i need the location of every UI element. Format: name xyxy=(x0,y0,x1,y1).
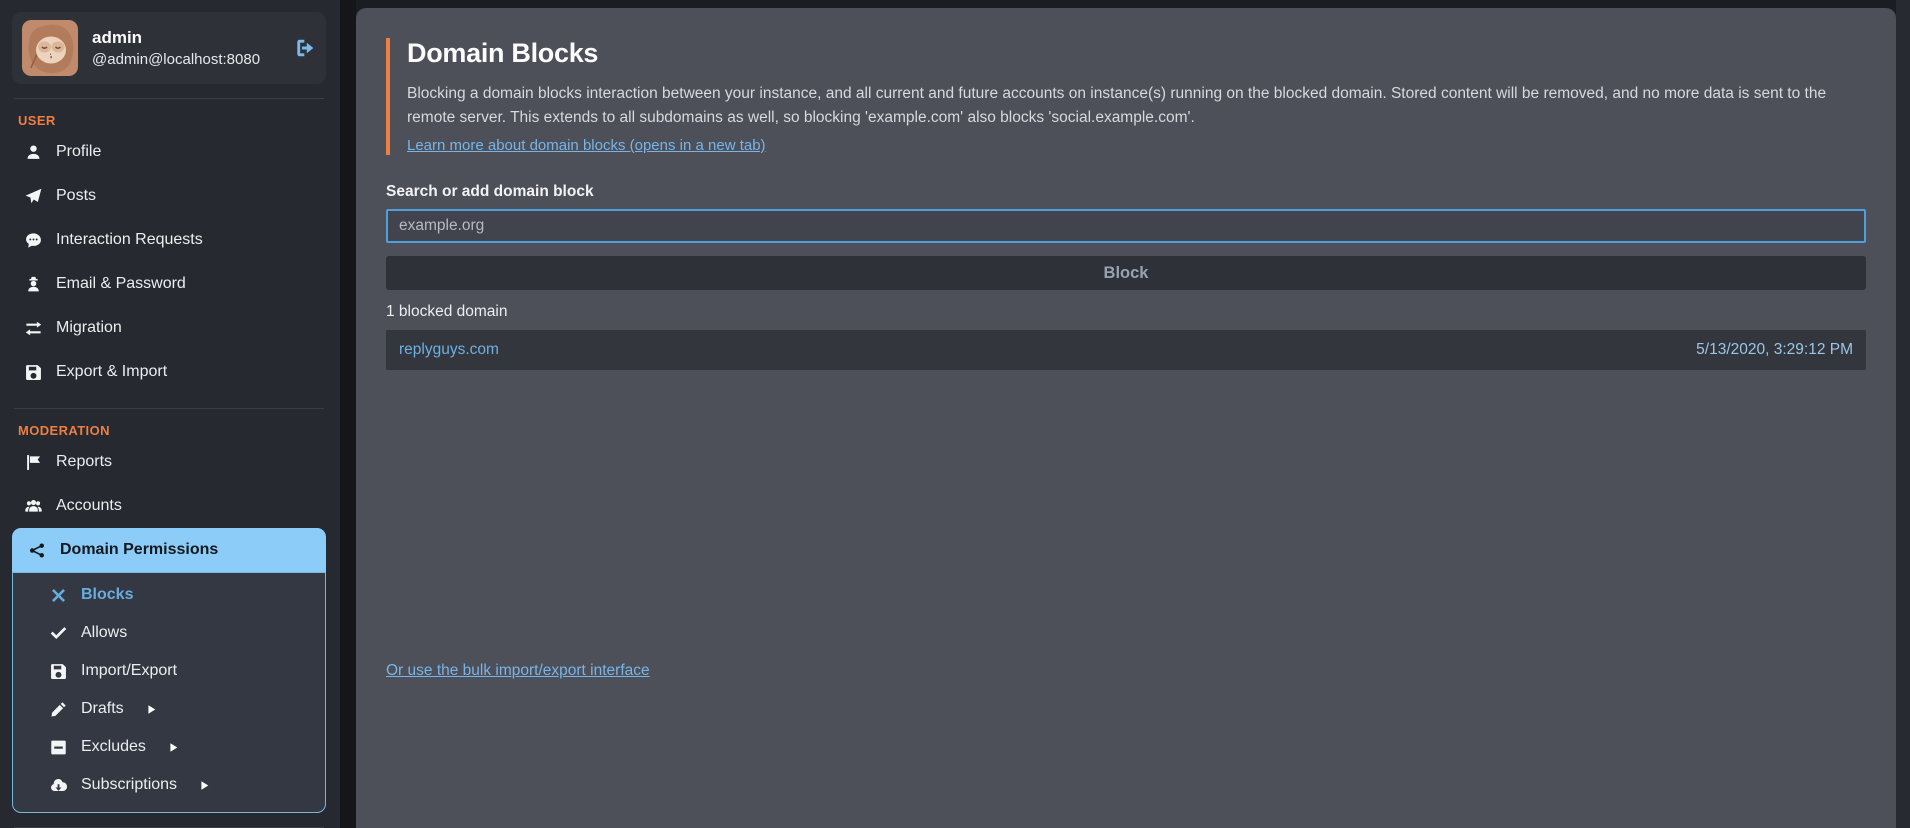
user-handle: @admin@localhost:8080 xyxy=(92,51,280,68)
page-description: Blocking a domain blocks interaction bet… xyxy=(407,82,1866,130)
sidebar-item-label: Accounts xyxy=(56,497,122,515)
submenu-item-label: Subscriptions xyxy=(81,776,177,794)
floppy-icon xyxy=(47,663,69,680)
sidebar-item-accounts[interactable]: Accounts xyxy=(12,484,326,528)
flag-icon xyxy=(22,454,44,471)
sidebar-item-reports[interactable]: Reports xyxy=(12,440,326,484)
caret-right-icon xyxy=(168,742,179,753)
sidebar-item-interaction-requests[interactable]: Interaction Requests xyxy=(12,218,326,262)
submenu-item-label: Import/Export xyxy=(81,662,177,680)
sidebar-item-label: Export & Import xyxy=(56,363,167,381)
bulk-import-export-link[interactable]: Or use the bulk import/export interface xyxy=(386,662,650,680)
check-icon xyxy=(47,625,69,642)
sidebar-item-email-password[interactable]: Email & Password xyxy=(12,262,326,306)
share-nodes-icon xyxy=(26,542,48,559)
sidebar-item-posts[interactable]: Posts xyxy=(12,174,326,218)
learn-more-link[interactable]: Learn more about domain blocks (opens in… xyxy=(407,137,766,154)
sidebar-item-label: Interaction Requests xyxy=(56,231,203,249)
sidebar-item-migration[interactable]: Migration xyxy=(12,306,326,350)
user-secret-icon xyxy=(22,276,44,293)
sidebar-item-export-import[interactable]: Export & Import xyxy=(12,350,326,394)
users-icon xyxy=(22,498,44,515)
submenu-item-drafts[interactable]: Drafts xyxy=(39,690,319,728)
page-header: Domain Blocks Blocking a domain blocks i… xyxy=(386,38,1866,155)
domain-search-input[interactable] xyxy=(386,209,1866,243)
sidebar-divider xyxy=(14,98,324,99)
settings-sidebar: admin @admin@localhost:8080 USER Profile… xyxy=(0,0,340,828)
sidebar-item-label: Email & Password xyxy=(56,275,186,293)
floppy-icon xyxy=(22,364,44,381)
submenu-item-subscriptions[interactable]: Subscriptions xyxy=(39,766,319,804)
user-icon xyxy=(22,144,44,161)
sign-out-button[interactable] xyxy=(294,37,316,59)
blocked-domain-link[interactable]: replyguys.com xyxy=(399,341,499,359)
submenu-item-import-export[interactable]: Import/Export xyxy=(39,652,319,690)
sidebar-item-domain-permissions[interactable]: Domain Permissions xyxy=(12,528,326,572)
avatar xyxy=(22,20,78,76)
submenu-item-label: Drafts xyxy=(81,700,124,718)
section-title-user: USER xyxy=(18,113,322,128)
sidebar-item-label: Posts xyxy=(56,187,96,205)
comment-dots-icon xyxy=(22,232,44,249)
caret-right-icon xyxy=(146,704,157,715)
domain-blocks-panel: Domain Blocks Blocking a domain blocks i… xyxy=(356,8,1896,828)
sidebar-divider xyxy=(14,408,324,409)
sidebar-item-profile[interactable]: Profile xyxy=(12,130,326,174)
page-title: Domain Blocks xyxy=(407,38,1866,69)
username: admin xyxy=(92,28,280,48)
block-button[interactable]: Block xyxy=(386,256,1866,290)
caret-right-icon xyxy=(199,780,210,791)
submenu-item-label: Excludes xyxy=(81,738,146,756)
submenu-item-label: Blocks xyxy=(81,586,133,604)
submenu-item-label: Allows xyxy=(81,624,127,642)
sidebar-item-label: Migration xyxy=(56,319,122,337)
scrollbar[interactable] xyxy=(1896,0,1910,828)
submenu-item-excludes[interactable]: Excludes xyxy=(39,728,319,766)
section-title-moderation: MODERATION xyxy=(18,423,322,438)
blocked-domain-row[interactable]: replyguys.com 5/13/2020, 3:29:12 PM xyxy=(386,330,1866,370)
blocked-domain-count: 1 blocked domain xyxy=(386,303,1866,321)
minus-square-icon xyxy=(47,739,69,756)
search-field: Search or add domain block xyxy=(386,183,1866,243)
user-card: admin @admin@localhost:8080 xyxy=(12,12,326,84)
blocked-domain-date: 5/13/2020, 3:29:12 PM xyxy=(1696,341,1853,359)
sidebar-item-label: Reports xyxy=(56,453,112,471)
submenu-item-allows[interactable]: Allows xyxy=(39,614,319,652)
cloud-download-icon xyxy=(47,777,69,794)
exchange-icon xyxy=(22,320,44,337)
paper-plane-icon xyxy=(22,188,44,205)
search-label: Search or add domain block xyxy=(386,183,1866,201)
pencil-icon xyxy=(47,701,69,718)
layout-gutter xyxy=(340,0,356,828)
submenu-item-blocks[interactable]: Blocks xyxy=(39,576,319,614)
sidebar-item-label: Domain Permissions xyxy=(60,541,218,559)
sidebar-item-label: Profile xyxy=(56,143,101,161)
x-icon xyxy=(47,587,69,604)
domain-permissions-submenu: Blocks Allows Import/Export Drafts xyxy=(12,572,326,813)
sign-out-icon xyxy=(294,37,316,59)
